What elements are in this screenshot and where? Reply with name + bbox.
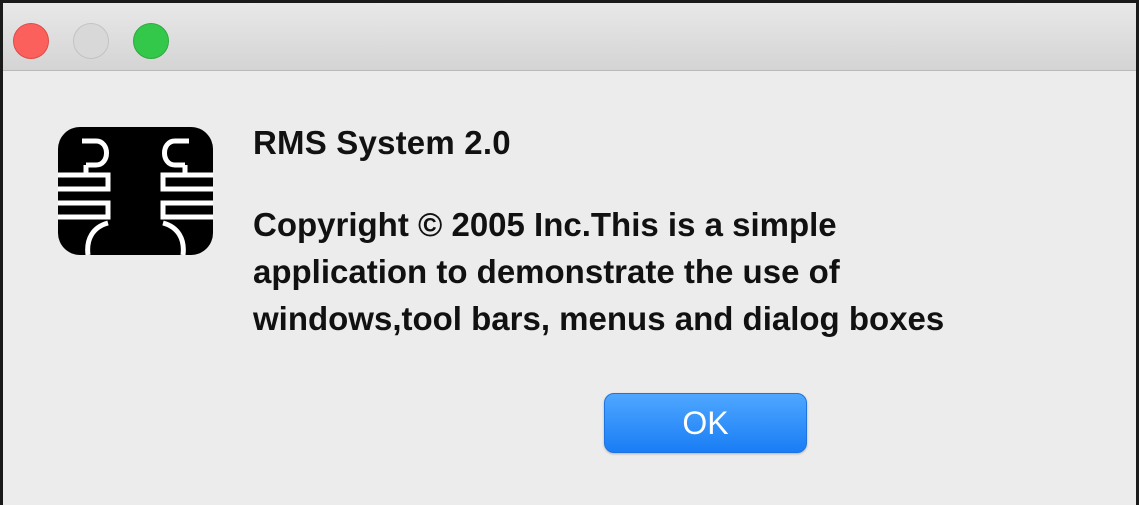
message-line: windows,tool bars, menus and dialog boxe… [253, 300, 945, 337]
close-button[interactable] [13, 23, 49, 59]
dialog-message: Copyright © 2005 Inc.This is a simple ap… [253, 201, 1133, 342]
dialog-window: RMS System 2.0 Copyright © 2005 Inc.This… [0, 0, 1139, 505]
ok-button[interactable]: OK [604, 393, 807, 453]
message-line: Copyright © 2005 Inc.This is a simple [253, 206, 837, 243]
dialog-title: RMS System 2.0 [253, 124, 511, 161]
zoom-button[interactable] [133, 23, 169, 59]
title-bar[interactable] [3, 3, 1136, 71]
chip-icon [58, 127, 213, 255]
message-line: application to demonstrate the use of [253, 253, 840, 290]
minimize-button[interactable] [73, 23, 109, 59]
